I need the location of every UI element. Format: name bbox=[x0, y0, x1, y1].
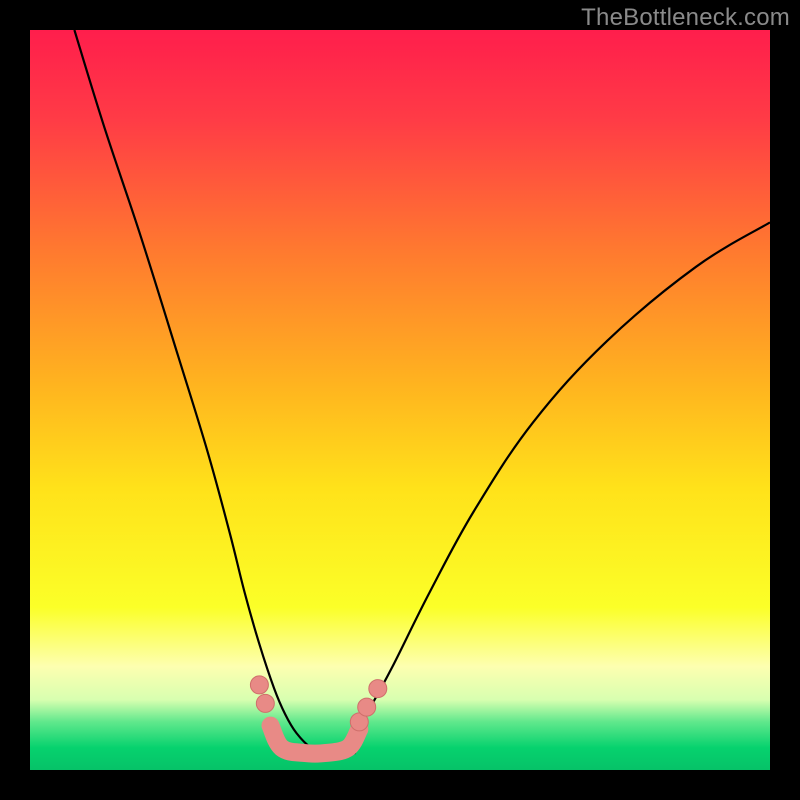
right-curve bbox=[326, 222, 770, 753]
curves-layer bbox=[30, 30, 770, 770]
plot-area bbox=[30, 30, 770, 770]
watermark-text: TheBottleneck.com bbox=[581, 4, 790, 32]
marker-dot bbox=[369, 680, 387, 698]
left-curve bbox=[74, 30, 326, 753]
marker-dot bbox=[250, 676, 268, 694]
outer-frame: TheBottleneck.com bbox=[0, 0, 800, 800]
marker-dot bbox=[256, 694, 274, 712]
marker-dot bbox=[358, 698, 376, 716]
thick-bottom-arc bbox=[271, 726, 360, 754]
